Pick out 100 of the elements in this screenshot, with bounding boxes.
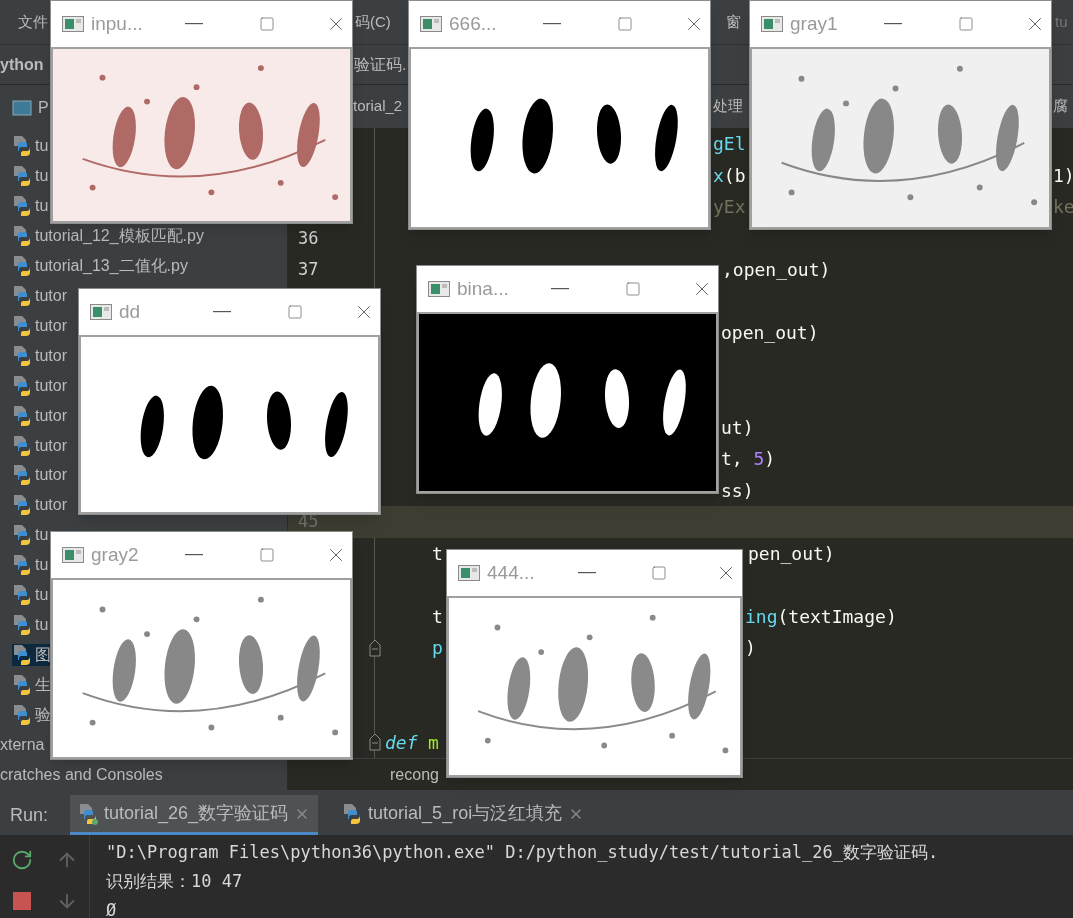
python-file-icon [12, 314, 32, 337]
minimize-icon [578, 572, 597, 574]
python-file-icon [12, 434, 32, 457]
python-file-icon [12, 134, 32, 157]
tree-item[interactable]: tutorial_13_二值化.py [12, 254, 188, 277]
editor-tab[interactable]: 腐 [1053, 95, 1068, 118]
tree-item[interactable]: tu [12, 554, 49, 577]
breadcrumb-item[interactable]: 验证码. [354, 52, 407, 77]
tree-item[interactable]: tu [12, 584, 49, 607]
code-text: m [428, 730, 439, 755]
python-file-icon [12, 404, 32, 427]
tree-item[interactable]: tutor [12, 404, 67, 427]
tree-item[interactable]: tutor [12, 464, 67, 487]
maximize-icon [650, 565, 667, 581]
tree-item[interactable]: 生 [12, 674, 51, 697]
window-title: 444... [487, 560, 536, 585]
python-file-icon [12, 224, 32, 247]
menu-item[interactable]: 窗 [726, 10, 741, 34]
python-file-icon [12, 464, 32, 487]
window-title: inpu... [91, 11, 144, 36]
minimize-icon [543, 23, 562, 25]
tree-item[interactable]: 图 [12, 644, 51, 667]
run-tab[interactable]: tutorial_26_数字验证码 [70, 795, 319, 835]
menu-item[interactable]: 码(C) [355, 10, 391, 34]
code-text: pen_out) [748, 541, 835, 566]
maximize-icon [625, 281, 642, 297]
window-icon [458, 565, 480, 581]
folder-icon [12, 100, 32, 116]
maximize-icon [617, 16, 634, 32]
tree-item[interactable]: tu [12, 194, 49, 217]
minimize-icon [185, 23, 204, 25]
window-icon [761, 16, 783, 32]
code-text: ut) [721, 415, 754, 440]
tree-item[interactable]: tu [12, 524, 49, 547]
tree-item[interactable]: tutor [12, 434, 67, 457]
code-text: ss) [721, 478, 754, 503]
python-file-icon [12, 374, 32, 397]
code-text: gEl [713, 132, 746, 157]
minimize-icon [551, 288, 570, 290]
line-number: 36 [298, 226, 319, 250]
code-text: ,open_out) [722, 258, 831, 283]
window-icon [62, 547, 84, 563]
tree-item[interactable]: tutor [12, 374, 67, 397]
python-file-icon [12, 704, 32, 727]
tree-item[interactable]: tu [12, 134, 49, 157]
minimize-icon [185, 554, 204, 556]
window-title: dd [119, 299, 142, 324]
breadcrumb-item[interactable]: ython [0, 52, 44, 77]
tree-item[interactable]: cratches and Consoles [0, 764, 163, 786]
maximize-icon [259, 547, 276, 563]
window-icon [420, 16, 442, 32]
editor-tab[interactable]: 处理 [713, 95, 743, 118]
tree-item[interactable]: xterna [0, 734, 45, 757]
run-tab[interactable]: tutorial_5_roi与泛红填充 [334, 795, 593, 835]
tree-item[interactable]: tutor [12, 284, 67, 307]
breadcrumb-text[interactable]: recong [390, 762, 439, 787]
rerun-icon[interactable] [11, 848, 34, 871]
window-title: bina... [457, 276, 510, 301]
code-text: p [432, 636, 443, 661]
tree-item[interactable]: tutor [12, 344, 67, 367]
panel-label: Run: [9, 803, 50, 827]
python-file-icon [12, 554, 32, 577]
tree-item[interactable]: tu [12, 614, 49, 637]
fold-icon [369, 638, 381, 657]
window-icon [428, 281, 450, 297]
python-file-icon [12, 344, 32, 367]
console-line: "D:\Program Files\python36\python.exe" D:/python_study/test/tutorial_26_数字验证码. [106, 841, 940, 864]
panel-title: P [38, 98, 49, 118]
tree-item[interactable]: tutor [12, 494, 67, 517]
python-file-icon [78, 802, 98, 825]
fold-icon [369, 733, 381, 752]
maximize-icon [259, 16, 276, 32]
maximize-icon [287, 304, 304, 320]
tree-item[interactable]: tutorial_12_模板匹配.py [12, 224, 204, 247]
python-file-icon [12, 494, 32, 517]
tree-item[interactable]: tutor [12, 314, 67, 337]
python-file-icon [12, 164, 32, 187]
python-file-icon [12, 254, 32, 277]
python-file-icon [12, 194, 32, 217]
tree-item[interactable]: 验 [12, 704, 51, 727]
python-file-icon [342, 802, 363, 825]
menu-item[interactable]: 文件 [18, 10, 48, 34]
stop-icon[interactable] [13, 891, 32, 910]
window-title: gray1 [790, 11, 839, 36]
tree-item[interactable]: tu [12, 164, 49, 187]
python-file-icon [12, 524, 32, 547]
code-text: x(b [713, 163, 746, 188]
code-text: def [385, 730, 418, 755]
minimize-icon [213, 311, 232, 313]
python-file-icon [12, 644, 32, 667]
code-text: 1) [1053, 163, 1073, 188]
python-file-icon [12, 284, 32, 307]
code-text: t [432, 541, 443, 566]
window-title: 666... [449, 11, 498, 36]
window-title: gray2 [91, 542, 140, 567]
console-line: Ø [106, 899, 118, 918]
editor-tab[interactable]: torial_2 [353, 95, 403, 118]
code-text: ) [745, 636, 756, 661]
code-text: yEx [713, 195, 746, 220]
maximize-icon [958, 16, 975, 32]
